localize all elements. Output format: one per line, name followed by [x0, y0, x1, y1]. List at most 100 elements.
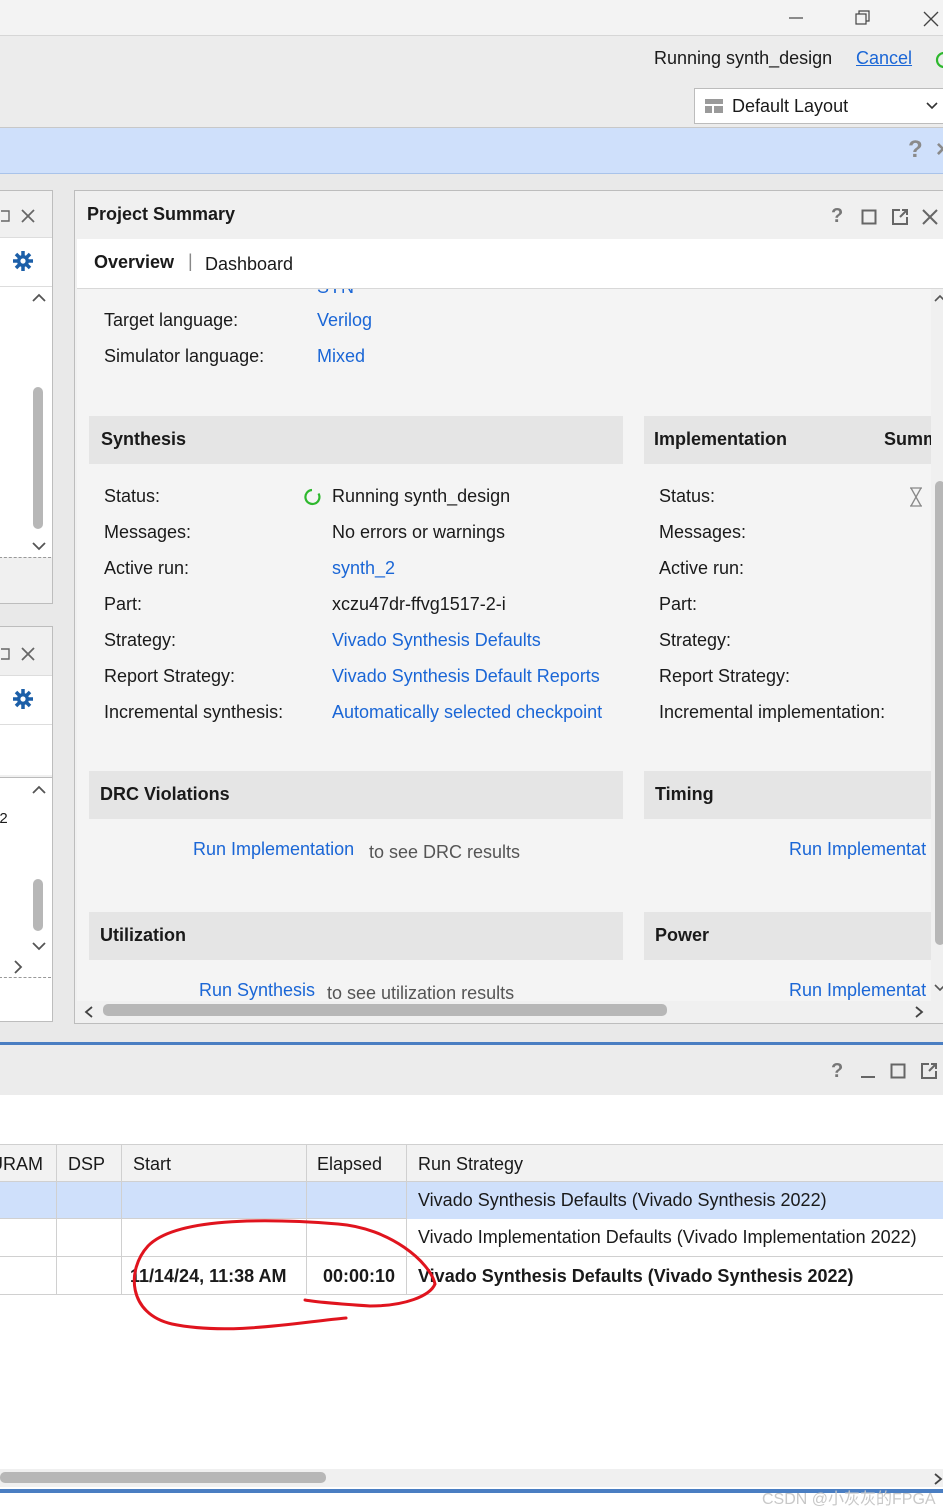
vertical-scrollbar[interactable]: [29, 287, 49, 557]
left-panel-properties: 32: [0, 626, 53, 1022]
panel-toolbar: [0, 237, 52, 287]
minimize-icon[interactable]: [786, 8, 806, 28]
setting-value-link[interactable]: Mixed: [317, 346, 365, 367]
cell-dsp: [57, 1182, 122, 1219]
scrollbar-thumb[interactable]: [935, 481, 943, 945]
column-header-run-strategy[interactable]: Run Strategy: [407, 1145, 943, 1182]
dotted-divider: [0, 557, 51, 558]
table-row[interactable]: Vivado Implementation Defaults (Vivado I…: [0, 1219, 943, 1257]
setting-value-link[interactable]: Verilog: [317, 310, 372, 331]
layout-selected-value: Default Layout: [732, 96, 849, 116]
horizontal-scrollbar[interactable]: [77, 1001, 931, 1021]
utilization-hint-text: to see utilization results: [327, 983, 515, 1001]
close-icon[interactable]: [19, 645, 37, 663]
vertical-scrollbar[interactable]: [29, 777, 49, 963]
summary-link-cut[interactable]: Summ: [884, 429, 931, 450]
chevron-left-icon[interactable]: [83, 1005, 95, 1019]
synth-incremental-link[interactable]: Automatically selected checkpoint: [332, 702, 602, 723]
cell-dsp: [57, 1219, 122, 1256]
run-implementation-link[interactable]: Run Implementation: [193, 839, 354, 860]
cell-uram: [0, 1182, 57, 1219]
cancel-link[interactable]: Cancel: [856, 48, 912, 69]
help-icon[interactable]: ?: [831, 1060, 849, 1082]
cell-uram: [0, 1257, 57, 1294]
column-header-start[interactable]: Start: [122, 1145, 307, 1182]
synthesis-section-header: Synthesis: [89, 416, 623, 464]
restore-icon[interactable]: [852, 8, 872, 28]
tab-dashboard[interactable]: Dashboard: [205, 254, 293, 275]
panel-title: Project Summary: [87, 204, 236, 224]
synth-active-run-link[interactable]: synth_2: [332, 558, 395, 579]
scrollbar-thumb[interactable]: [0, 1472, 326, 1483]
cell-run-strategy: Vivado Synthesis Defaults (Vivado Synthe…: [418, 1190, 827, 1210]
panel-float-icon[interactable]: [1, 645, 11, 661]
synth-label: Status:: [104, 486, 161, 506]
utilization-section-header: Utilization: [89, 912, 623, 960]
run-implementation-link[interactable]: Run Implementat: [789, 839, 926, 860]
close-icon[interactable]: [19, 207, 37, 225]
tab-overview[interactable]: Overview: [94, 252, 174, 273]
chevron-up-icon[interactable]: [31, 291, 47, 303]
window-title-bar: [0, 0, 943, 36]
help-icon[interactable]: ?: [831, 205, 849, 227]
chevron-down-icon[interactable]: [31, 941, 47, 953]
table-row[interactable]: 11/14/24, 11:38 AM 00:00:10 Vivado Synth…: [0, 1257, 943, 1295]
scrollbar-thumb[interactable]: [33, 387, 43, 529]
chevron-up-icon[interactable]: [31, 783, 47, 795]
scrollbar-thumb[interactable]: [33, 879, 43, 931]
section-title: Utilization: [100, 925, 186, 945]
flow-header-strip: ? ×: [0, 128, 943, 174]
close-icon[interactable]: ×: [936, 136, 943, 164]
float-icon[interactable]: [920, 1062, 938, 1080]
gear-icon[interactable]: [12, 688, 34, 710]
timing-link-clip: Run Implementat: [777, 835, 931, 863]
panel-float-icon[interactable]: [1, 207, 11, 223]
maximize-icon[interactable]: [861, 209, 877, 225]
section-title: DRC Violations: [100, 784, 230, 804]
chevron-down-icon[interactable]: [31, 541, 47, 553]
synth-label: Report Strategy:: [104, 666, 236, 686]
section-title: Timing: [655, 784, 714, 804]
vertical-scrollbar[interactable]: [931, 289, 943, 1001]
close-icon[interactable]: [920, 8, 940, 28]
impl-label: Messages:: [659, 522, 747, 542]
chevron-right-icon[interactable]: [932, 1472, 943, 1486]
impl-label: Report Strategy:: [659, 666, 791, 686]
help-icon[interactable]: ?: [908, 136, 932, 164]
synth-label: Part:: [104, 594, 143, 614]
chevron-up-icon[interactable]: [933, 293, 943, 303]
elapsed-time-value: 00:00:10: [323, 1266, 396, 1286]
setting-label: Simulator language:: [104, 346, 265, 366]
scrollbar-thumb[interactable]: [103, 1004, 667, 1016]
maximize-icon[interactable]: [890, 1063, 906, 1079]
impl-label: Status:: [659, 486, 716, 506]
column-header-uram[interactable]: URAM: [0, 1145, 57, 1182]
column-header-label: DSP: [68, 1154, 106, 1174]
column-header-label: Run Strategy: [418, 1154, 524, 1174]
synth-strategy-link[interactable]: Vivado Synthesis Defaults: [332, 630, 541, 651]
chevron-down-icon[interactable]: [925, 99, 939, 113]
synth-status-value: Running synth_design: [332, 486, 511, 506]
partial-setting-value[interactable]: SYN: [317, 289, 354, 298]
left-panel-sources: [0, 190, 53, 604]
column-header-dsp[interactable]: DSP: [57, 1145, 122, 1182]
gear-icon[interactable]: [12, 250, 34, 272]
table-row[interactable]: Vivado Synthesis Defaults (Vivado Synthe…: [0, 1182, 943, 1219]
tab-separator: |: [188, 251, 193, 271]
cell-elapsed: [307, 1219, 407, 1256]
minimize-icon[interactable]: [860, 1063, 876, 1079]
float-icon[interactable]: [891, 208, 909, 226]
column-header-elapsed[interactable]: Elapsed: [307, 1145, 407, 1182]
run-implementation-link[interactable]: Run Implementat: [789, 980, 926, 1001]
chevron-down-icon[interactable]: [933, 983, 943, 993]
dotted-divider: [0, 977, 51, 978]
chevron-right-icon[interactable]: [11, 959, 25, 975]
column-header-label: URAM: [0, 1154, 43, 1174]
property-value-cut: 32: [0, 810, 8, 827]
synth-report-strategy-link[interactable]: Vivado Synthesis Default Reports: [332, 666, 600, 687]
run-synthesis-link[interactable]: Run Synthesis: [199, 980, 315, 1001]
cell-run-strategy: Vivado Synthesis Defaults (Vivado Synthe…: [418, 1266, 854, 1286]
layout-dropdown[interactable]: Default Layout: [694, 88, 943, 124]
close-icon[interactable]: [921, 208, 939, 226]
chevron-right-icon[interactable]: [913, 1005, 925, 1019]
